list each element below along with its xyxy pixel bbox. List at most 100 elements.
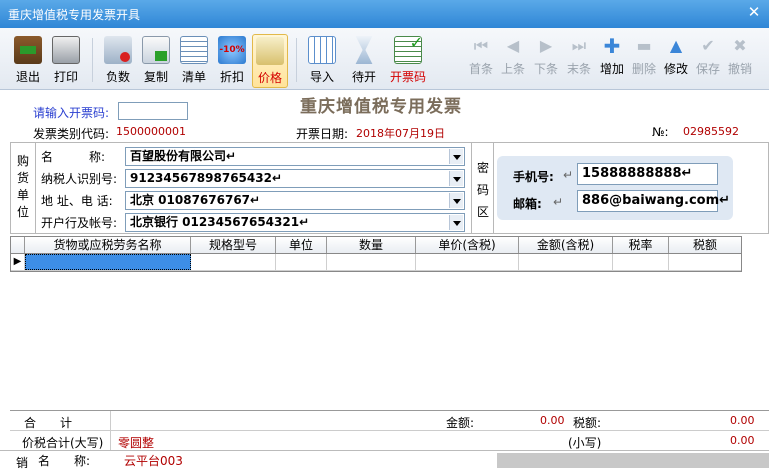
chevron-down-icon[interactable] <box>449 149 463 164</box>
delete-button[interactable]: ▬ 删除 <box>626 36 662 86</box>
first-record-button[interactable]: ⏮ 首条 <box>463 36 499 86</box>
row-indicator: ▶ <box>11 254 25 270</box>
list-button[interactable]: 清单 <box>176 36 212 86</box>
phone-label: 手机号: <box>513 170 554 184</box>
hourglass-icon <box>355 36 373 64</box>
chevron-down-icon[interactable] <box>449 215 463 230</box>
email-input[interactable]: 886@baiwang.com↵ <box>577 190 730 212</box>
list-icon <box>180 36 208 64</box>
chevron-down-icon[interactable] <box>449 171 463 186</box>
negative-invoice-icon <box>104 36 132 64</box>
table-cell[interactable] <box>276 254 327 270</box>
last-label: 末条 <box>566 62 591 76</box>
small-label: (小写) <box>568 436 602 450</box>
contact-panel: 手机号: ↵ 15888888888↵ 邮箱: ↵ 886@baiwang.co… <box>497 156 733 220</box>
printer-icon <box>52 36 80 64</box>
price-button[interactable]: 价格 <box>252 34 288 88</box>
seller-name-value: 云平台003 <box>124 454 183 468</box>
column-header[interactable]: 金额(含税) <box>519 237 613 253</box>
summary-section: 合 计 金额: 0.00 税额: 0.00 价税合计(大写) 零圆整 (小写) … <box>10 410 769 451</box>
pending-button[interactable]: 待开 <box>346 36 382 86</box>
column-header[interactable]: 税额 <box>669 237 741 253</box>
phone-return-mark: ↵ <box>563 168 574 182</box>
invoice-code-input[interactable] <box>118 102 188 120</box>
invoice-code-label: 开票码 <box>389 70 426 84</box>
exit-button[interactable]: 退出 <box>10 36 46 86</box>
copy-label: 复制 <box>143 70 168 84</box>
print-button[interactable]: 打印 <box>48 36 84 86</box>
discount-label: 折扣 <box>219 70 244 84</box>
negative-label: 负数 <box>105 70 130 84</box>
buyer-taxid-combo[interactable]: 91234567898765432↵ <box>125 169 465 188</box>
save-button[interactable]: ✔ 保存 <box>690 36 726 86</box>
next-record-button[interactable]: ▶ 下条 <box>528 36 564 86</box>
table-cell[interactable] <box>416 254 519 270</box>
buyer-name-label: 名 称: <box>41 150 106 164</box>
email-value: 886@baiwang.com↵ <box>582 193 731 208</box>
buyer-bank-combo[interactable]: 北京银行 01234567654321↵ <box>125 213 465 232</box>
invoice-title: 重庆增值税专用发票 <box>300 97 462 117</box>
undo-button[interactable]: ✖ 撤销 <box>722 36 758 86</box>
copy-button[interactable]: 复制 <box>138 36 174 86</box>
amount-value: 0.00 <box>540 414 565 427</box>
chevron-down-icon[interactable] <box>449 193 463 208</box>
modify-label: 修改 <box>663 62 688 76</box>
tax-label: 税额: <box>573 416 602 430</box>
password-char: 区 <box>476 205 489 219</box>
table-row[interactable]: ▶ <box>11 254 741 271</box>
table-cell[interactable] <box>191 254 276 270</box>
modify-icon: ▲ <box>669 36 683 55</box>
invoice-code-button[interactable]: 开票码 <box>388 33 428 86</box>
buyer-char: 购 <box>16 154 29 168</box>
buyer-bank-label: 开户行及帐号: <box>41 216 118 230</box>
delete-label: 删除 <box>631 62 656 76</box>
seller-password-area <box>497 453 769 468</box>
total-cn-value: 零圆整 <box>118 436 155 450</box>
password-char: 密 <box>476 161 489 175</box>
buyer-bank-value: 北京银行 01234567654321↵ <box>130 215 310 229</box>
buyer-address-combo[interactable]: 北京 01087676767↵ <box>125 191 465 210</box>
goods-table: 货物或应税劳务名称 规格型号 单位 数量 单价(含税) 金额(含税) 税率 税额… <box>10 236 742 272</box>
title-bar: 重庆增值税专用发票开具 ✕ <box>0 0 769 28</box>
invoice-code-icon <box>394 33 423 64</box>
last-record-button[interactable]: ⏭ 末条 <box>561 36 597 86</box>
number-value: 02985592 <box>683 125 739 138</box>
phone-input[interactable]: 15888888888↵ <box>577 163 718 185</box>
column-header[interactable]: 税率 <box>613 237 669 253</box>
table-cell[interactable] <box>327 254 416 270</box>
modify-button[interactable]: ▲ 修改 <box>658 36 694 86</box>
table-cell[interactable] <box>669 254 741 270</box>
price-tag-icon <box>256 37 284 65</box>
save-label: 保存 <box>695 62 720 76</box>
print-label: 打印 <box>53 70 78 84</box>
window-title: 重庆增值税专用发票开具 <box>8 8 141 22</box>
column-header[interactable]: 单价(含税) <box>416 237 519 253</box>
table-cell-selected[interactable] <box>25 254 191 270</box>
undo-label: 撤销 <box>727 62 752 76</box>
import-button[interactable]: 导入 <box>304 36 340 86</box>
column-header[interactable]: 单位 <box>276 237 327 253</box>
buyer-name-combo[interactable]: 百望股份有限公司↵ <box>125 147 465 166</box>
table-cell[interactable] <box>613 254 669 270</box>
date-value: 2018年07月19日 <box>356 127 445 140</box>
close-icon[interactable]: ✕ <box>745 3 763 21</box>
column-header[interactable]: 货物或应税劳务名称 <box>25 237 191 253</box>
discount-button[interactable]: -10% 折扣 <box>214 36 250 86</box>
buyer-char: 货 <box>16 171 29 185</box>
prev-record-button[interactable]: ◀ 上条 <box>495 36 531 86</box>
table-cell[interactable] <box>519 254 613 270</box>
password-char: 码 <box>476 183 489 197</box>
row-indicator-header <box>11 237 25 253</box>
cancel-icon: ✖ <box>733 36 747 55</box>
buyer-address-label: 地 址、电 话: <box>41 194 113 208</box>
category-value: 1500000001 <box>116 125 186 138</box>
add-button[interactable]: ✚ 增加 <box>594 36 630 86</box>
toolbar-divider <box>92 38 93 82</box>
column-header[interactable]: 数量 <box>327 237 416 253</box>
column-header[interactable]: 规格型号 <box>191 237 276 253</box>
email-label: 邮箱: <box>513 197 542 211</box>
small-value: 0.00 <box>730 434 755 447</box>
prev-icon: ◀ <box>506 36 520 55</box>
toolbar: 退出 打印 负数 复制 清单 -10% 折扣 价格 导入 待开 开票码 ⏮ 首条 <box>0 28 769 90</box>
negative-button[interactable]: 负数 <box>100 36 136 86</box>
